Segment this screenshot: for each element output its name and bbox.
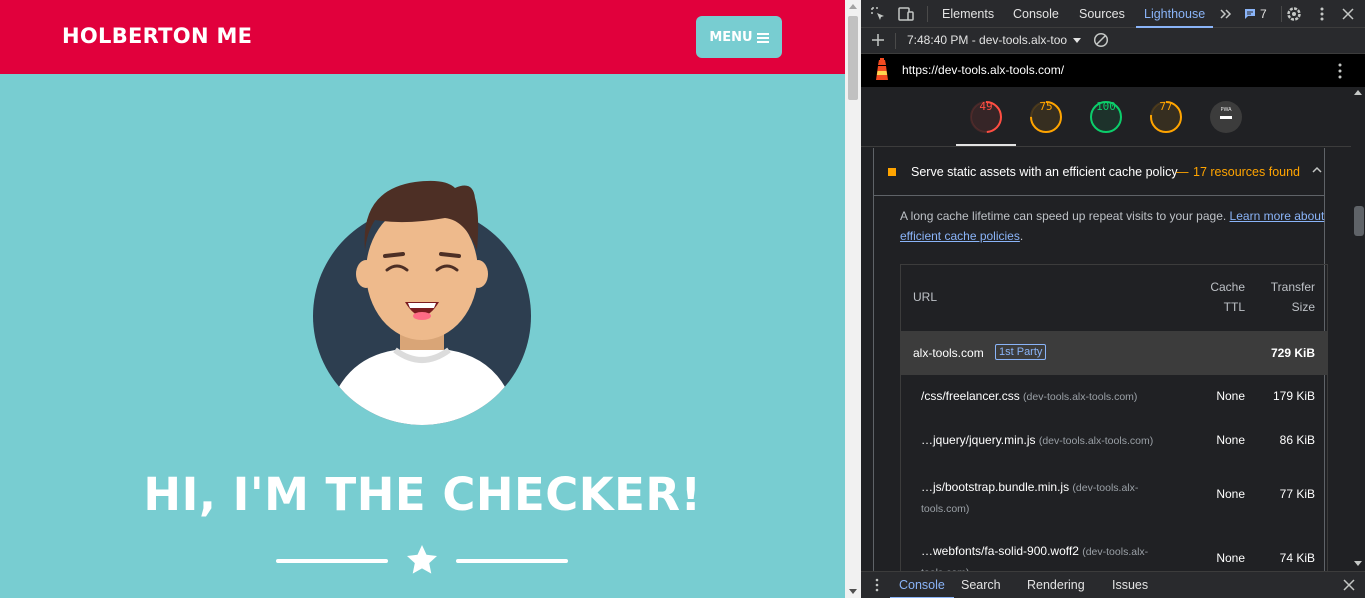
warning-square-icon: [888, 168, 896, 176]
dropdown-arrow-icon: [1073, 38, 1082, 43]
page-scroll-thumb[interactable]: [848, 16, 858, 100]
issues-count: 7: [1260, 7, 1267, 21]
row-url: …webfonts/fa-solid-900.woff2 (dev-tools.…: [921, 544, 1149, 571]
audit-count: 17 resources found: [1193, 165, 1301, 179]
gauge-best-practices[interactable]: 100: [1089, 100, 1123, 134]
gauge-pwa[interactable]: PWA: [1209, 100, 1243, 134]
tab-console[interactable]: Console: [1013, 0, 1059, 28]
more-options-icon[interactable]: [1313, 5, 1331, 23]
first-party-badge: 1st Party: [995, 344, 1047, 360]
report-scroll-thumb[interactable]: [1354, 206, 1364, 236]
toolbar-divider: [895, 33, 896, 49]
report-menu-icon[interactable]: [1337, 62, 1343, 80]
pwa-dash-icon: [1220, 116, 1232, 119]
gauge-label: 100: [1096, 100, 1116, 113]
clear-all-icon[interactable]: [1093, 32, 1109, 48]
row-cache-ttl: None: [1216, 487, 1245, 501]
report-select-value: 7:48:40 PM - dev-tools.alx-too: [907, 33, 1068, 47]
tab-lighthouse[interactable]: Lighthouse: [1136, 0, 1214, 28]
lighthouse-report: 49 75 100 77 PWA Serve static assets wit…: [861, 87, 1365, 571]
row-cache-ttl: None: [1216, 433, 1245, 447]
drawer-tab-console[interactable]: Console: [890, 572, 954, 598]
row-url: /css/freelancer.css (dev-tools.alx-tools…: [921, 389, 1138, 403]
audit-header[interactable]: Serve static assets with an efficient ca…: [874, 148, 1324, 196]
gear-icon[interactable]: [1285, 5, 1303, 23]
chevron-up-icon[interactable]: [1312, 166, 1322, 174]
audit-cache-policy: Serve static assets with an efficient ca…: [873, 148, 1328, 571]
audited-url: https://dev-tools.alx-tools.com/: [902, 63, 1065, 77]
avatar-illustration: [313, 180, 531, 425]
toolbar-divider: [927, 6, 928, 22]
header-cache-ttl: Cache TTL: [1210, 280, 1245, 314]
header-url: URL: [913, 290, 938, 304]
row-size: 86 KiB: [1279, 433, 1315, 447]
brand-link[interactable]: HOLBERTON ME: [62, 24, 252, 48]
lighthouse-toolbar: 7:48:40 PM - dev-tools.alx-too: [861, 28, 1365, 54]
menu-label: MENU: [709, 29, 753, 45]
drawer-tab-rendering[interactable]: Rendering: [1027, 572, 1085, 598]
divider-line-right: [456, 559, 568, 563]
row-url: …jquery/jquery.min.js (dev-tools.alx-too…: [921, 433, 1154, 447]
page-scrollbar[interactable]: [845, 0, 861, 598]
audit-description-end: .: [1019, 229, 1024, 243]
tab-sources[interactable]: Sources: [1079, 0, 1125, 28]
row-size: 77 KiB: [1279, 487, 1315, 501]
row-size: 74 KiB: [1279, 551, 1315, 565]
close-drawer-icon[interactable]: [1343, 579, 1355, 591]
resources-table: URL Cache TTL Transfer Size alx-tools.co…: [900, 264, 1328, 571]
header-transfer-size: Transfer Size: [1270, 280, 1315, 314]
audit-description-text: A long cache lifetime can speed up repea…: [900, 209, 1227, 223]
scroll-down-arrow-icon[interactable]: [849, 589, 857, 594]
row-cache-ttl: None: [1216, 389, 1245, 403]
web-page: HOLBERTON ME MENU HI, I'M THE CHECKER!: [0, 0, 845, 598]
audit-title: Serve static assets with an efficient ca…: [911, 165, 1178, 179]
message-icon: [1245, 9, 1255, 19]
tab-elements[interactable]: Elements: [942, 0, 994, 28]
gauge-label: 77: [1159, 100, 1173, 113]
divider-line-left: [276, 559, 388, 563]
hamburger-icon: [756, 32, 769, 43]
drawer-tab-search[interactable]: Search: [961, 572, 1001, 598]
report-scrollbar[interactable]: [1351, 87, 1365, 571]
row-cache-ttl: None: [1216, 551, 1245, 565]
device-toolbar-icon[interactable]: [897, 5, 915, 23]
active-gauge-indicator: [956, 144, 1016, 146]
hero-title: HI, I'M THE CHECKER!: [143, 468, 702, 521]
gauge-seo[interactable]: 77: [1149, 100, 1183, 134]
devtools-panel: Elements Console Sources Lighthouse 7 7:…: [861, 0, 1365, 598]
row-url: …js/bootstrap.bundle.min.js (dev-tools.a…: [921, 480, 1139, 515]
inspect-element-icon[interactable]: [869, 5, 887, 23]
score-gauges: 49 75 100 77 PWA: [861, 87, 1351, 147]
scroll-up-arrow-icon[interactable]: [849, 4, 857, 9]
group-size: 729 KiB: [1270, 346, 1315, 360]
drawer-tab-issues[interactable]: Issues: [1112, 572, 1148, 598]
gauge-label: PWA: [1220, 107, 1232, 113]
gauge-label: 75: [1039, 100, 1053, 113]
scroll-down-arrow-icon[interactable]: [1354, 561, 1362, 566]
menu-button[interactable]: MENU: [696, 16, 782, 58]
issues-badge[interactable]: 7: [1243, 5, 1267, 23]
drawer-menu-icon[interactable]: [874, 578, 880, 592]
audit-description: A long cache lifetime can speed up repea…: [900, 206, 1328, 246]
close-icon[interactable]: [1339, 5, 1357, 23]
audit-separator: —: [1176, 165, 1189, 179]
scroll-up-arrow-icon[interactable]: [1354, 90, 1362, 95]
table-group-row: alx-tools.com 1st Party 729 KiB: [901, 331, 1327, 375]
report-select[interactable]: 7:48:40 PM - dev-tools.alx-too: [907, 28, 1082, 53]
gauge-performance[interactable]: 49: [969, 100, 1003, 134]
row-size: 179 KiB: [1272, 389, 1315, 403]
devtools-tabbar: Elements Console Sources Lighthouse 7: [861, 0, 1365, 28]
drawer-tabbar: Console Search Rendering Issues: [861, 571, 1365, 598]
star-divider: [276, 542, 568, 578]
plus-icon[interactable]: [870, 32, 886, 48]
lighthouse-url-bar: https://dev-tools.alx-tools.com/: [861, 54, 1365, 87]
more-tabs-chevron-icon[interactable]: [1217, 5, 1235, 23]
toolbar-divider: [1281, 6, 1282, 22]
lighthouse-logo-icon: [876, 58, 888, 80]
group-name: alx-tools.com: [913, 346, 984, 360]
site-navbar: HOLBERTON ME MENU: [0, 0, 845, 74]
gauge-label: 49: [979, 100, 993, 113]
star-icon: [407, 545, 437, 574]
gauge-accessibility[interactable]: 75: [1029, 100, 1063, 134]
